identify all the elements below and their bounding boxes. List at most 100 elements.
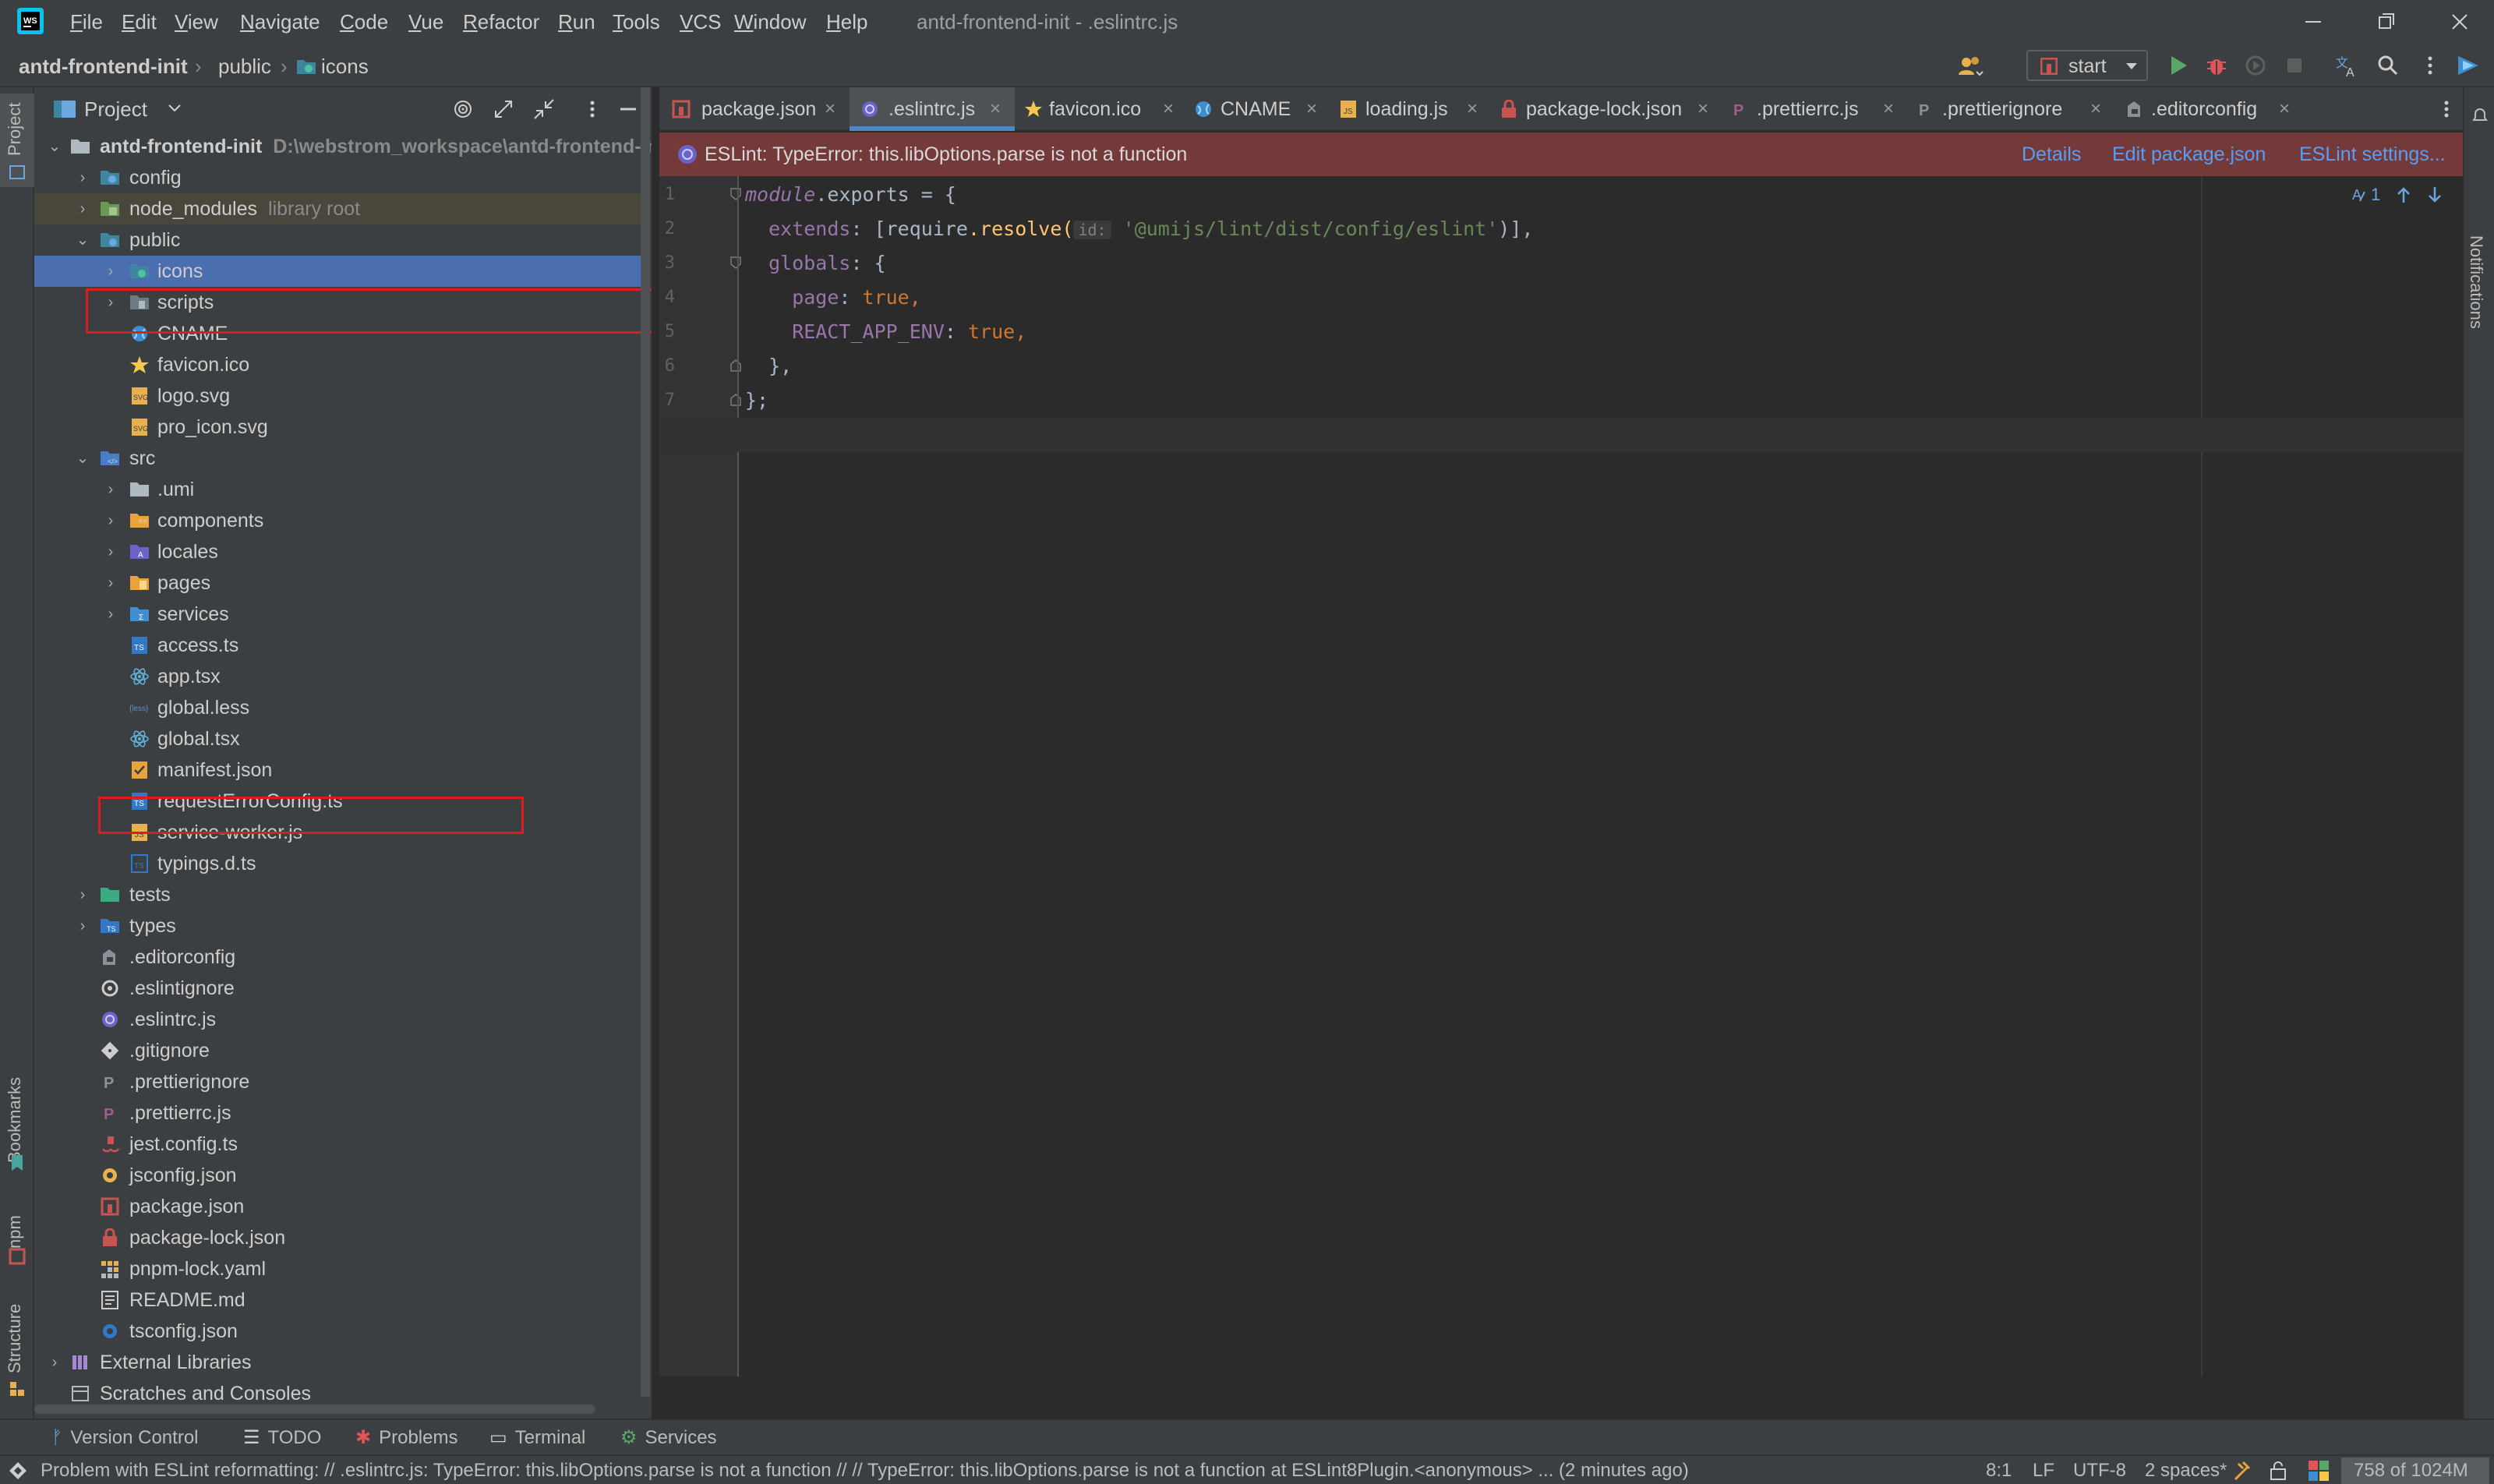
status-warning-icon[interactable] [8,1461,28,1481]
structure-tool-tab[interactable]: Structure [5,1304,25,1373]
tree-row-gitignore[interactable]: .gitignore [34,1035,650,1066]
close-tab-icon[interactable]: × [825,87,835,131]
locate-file-icon[interactable] [450,97,475,122]
windows-icon[interactable] [2307,1459,2330,1482]
tree-row-jest-config[interactable]: jest.config.ts [34,1129,650,1160]
chevron-down-icon[interactable]: ⌄ [73,443,92,474]
chevron-right-icon[interactable]: › [101,505,120,536]
tree-row-config[interactable]: › config [34,162,650,193]
chevron-right-icon[interactable]: › [101,599,120,630]
tree-row-services[interactable]: › Σ services [34,599,650,630]
project-panel-title[interactable]: Project [84,97,147,121]
read-only-lock-icon[interactable] [2266,1459,2290,1482]
tab-prettierignore[interactable]: P .prettierignore × [1906,87,2115,131]
menu-view[interactable]: View [175,9,218,34]
terminal-tab[interactable]: ▭ Terminal [489,1425,585,1451]
chevron-down-icon[interactable]: ⌄ [73,224,92,256]
line-separator[interactable]: LF [2033,1459,2054,1482]
tree-row-pages[interactable]: › pages [34,567,650,599]
tree-row-components[interactable]: › components [34,505,650,536]
tree-row-app-tsx[interactable]: app.tsx [34,661,650,692]
services-tab[interactable]: ⚙ Services [620,1425,717,1451]
chevron-right-icon[interactable]: › [101,256,120,287]
fold-icon[interactable] [729,256,742,270]
menu-code[interactable]: Code [340,9,388,34]
restore-icon[interactable] [2369,6,2404,37]
chevron-right-icon[interactable]: › [45,1347,64,1378]
close-tab-icon[interactable]: × [1697,87,1708,131]
tree-row-access-ts[interactable]: TS access.ts [34,630,650,661]
breadcrumb-folder[interactable]: public [218,55,271,78]
close-tab-icon[interactable]: × [1163,87,1174,131]
tree-row-locales[interactable]: › A locales [34,536,650,567]
details-link[interactable]: Details [2022,142,2081,167]
tree-row-icons[interactable]: › icons [34,256,650,287]
tree-row-tests[interactable]: › tests [34,879,650,910]
tree-row-manifest-json[interactable]: manifest.json [34,754,650,786]
menu-refactor[interactable]: Refactor [463,9,539,34]
tree-row-src[interactable]: ⌄ </> src [34,443,650,474]
tree-row-typings[interactable]: TS typings.d.ts [34,848,650,879]
tree-row-node-modules[interactable]: › node_modules library root [34,193,650,224]
close-tab-icon[interactable]: × [1306,87,1317,131]
tree-row-jsconfig[interactable]: jsconfig.json [34,1160,650,1191]
menu-vue[interactable]: Vue [408,9,443,34]
tree-row-public[interactable]: ⌄ public [34,224,650,256]
fold-icon[interactable] [729,187,742,201]
search-icon[interactable] [2374,51,2402,80]
translate-icon[interactable]: 文A [2333,51,2362,80]
code-editor[interactable]: 1 2 3 4 5 6 7 8 module.exports = { exten… [659,176,2463,1376]
edit-package-json-link[interactable]: Edit package.json [2112,142,2266,167]
version-control-tab[interactable]: ᚠ Version Control [51,1425,199,1451]
tab-eslintrc-js[interactable]: .eslintrc.js × [850,87,1015,131]
npm-tool-tab[interactable]: npm [5,1215,25,1249]
tree-row-pnpm-lock[interactable]: pnpm-lock.yaml [34,1253,650,1284]
user-add-icon[interactable] [1956,51,1984,80]
tree-row-favicon[interactable]: favicon.ico [34,349,650,380]
collapse-all-icon[interactable] [532,97,556,122]
eslint-settings-link[interactable]: ESLint settings... [2299,142,2446,167]
arrow-down-icon[interactable] [2425,186,2444,204]
menu-file[interactable]: File [70,9,103,34]
hide-panel-icon[interactable] [616,97,641,122]
horizontal-scrollbar[interactable] [34,1404,595,1414]
profile-icon[interactable] [2241,51,2270,80]
tree-row-pro-icon-svg[interactable]: SVG pro_icon.svg [34,412,650,443]
fold-end-icon[interactable] [729,359,742,373]
caret-position[interactable]: 8:1 [1986,1459,2012,1482]
chevron-right-icon[interactable]: › [73,193,92,224]
tab-loading-js[interactable]: JS loading.js × [1330,87,1490,131]
menu-help[interactable]: Help [826,9,867,34]
indent-setting[interactable]: 2 spaces* [2145,1459,2227,1482]
status-message[interactable]: Problem with ESLint reformatting: // .es… [41,1459,1689,1482]
jetbrains-ai-icon[interactable] [2455,51,2483,80]
tree-row-global-tsx[interactable]: global.tsx [34,723,650,754]
expand-all-icon[interactable] [491,97,516,122]
tab-package-lock-json[interactable]: package-lock.json × [1490,87,1721,131]
tree-row-eslintrc[interactable]: .eslintrc.js [34,1004,650,1035]
close-tab-icon[interactable]: × [2090,87,2101,131]
tab-package-json[interactable]: package.json × [659,87,850,131]
menu-edit[interactable]: Edit [122,9,157,34]
tree-row-logo-svg[interactable]: SVG logo.svg [34,380,650,412]
tree-row-eslintignore[interactable]: .eslintignore [34,973,650,1004]
chevron-right-icon[interactable]: › [73,162,92,193]
memory-indicator[interactable]: 758 of 1024M [2341,1458,2489,1484]
more-vertical-icon[interactable] [2416,51,2444,80]
tree-row-package-lock[interactable]: package-lock.json [34,1222,650,1253]
chevron-right-icon[interactable]: › [73,879,92,910]
arrow-up-icon[interactable] [2394,186,2413,204]
close-tab-icon[interactable]: × [2279,87,2290,131]
tree-row-external-libraries[interactable]: › External Libraries [34,1347,650,1378]
run-configuration-dropdown[interactable]: start [2026,50,2148,81]
menu-tools[interactable]: Tools [613,9,660,34]
close-tab-icon[interactable]: × [1467,87,1478,131]
tree-row-tsconfig[interactable]: tsconfig.json [34,1316,650,1347]
tree-row-root[interactable]: ⌄ antd-frontend-init D:\webstrom_workspac… [34,131,652,162]
chevron-right-icon[interactable]: › [101,474,120,505]
notifications-icon[interactable] [2471,106,2489,125]
menu-vcs[interactable]: VCS [680,9,721,34]
tab-editorconfig[interactable]: .editorconfig × [2115,87,2302,131]
tab-cname[interactable]: CNAME × [1185,87,1330,131]
debug-icon[interactable] [2203,51,2231,80]
